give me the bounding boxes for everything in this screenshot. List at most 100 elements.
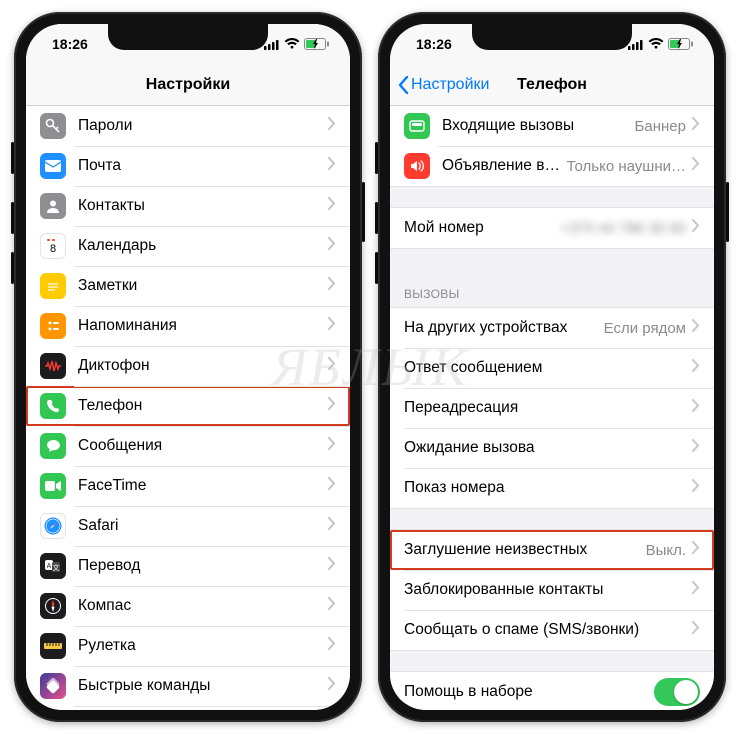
person-icon [40, 193, 66, 219]
calendar-icon: 8 [40, 233, 66, 259]
chevron-right-icon [692, 117, 700, 135]
chevron-left-icon [398, 76, 409, 94]
settings-row[interactable]: Объявление вызововТолько наушни… [390, 146, 714, 186]
settings-row[interactable]: Рулетка [26, 626, 350, 666]
chevron-right-icon [328, 117, 336, 135]
chevron-right-icon [692, 581, 700, 599]
battery-icon [668, 38, 694, 50]
settings-list[interactable]: Пароли Почта Контакты8КалендарьЗаметки Напо… [26, 106, 350, 710]
nav-title: Настройки [146, 76, 230, 94]
row-label: Пароли [78, 117, 322, 135]
note-icon [40, 273, 66, 299]
settings-row[interactable]: На других устройствахЕсли рядом [390, 308, 714, 348]
settings-row[interactable]: Пароли [26, 106, 350, 146]
settings-row[interactable]: Заглушение неизвестных Выкл. [390, 530, 714, 570]
settings-row[interactable]: Здоровье [26, 706, 350, 710]
chevron-right-icon [328, 677, 336, 695]
row-value: +375 44 786 30 60 [560, 220, 686, 237]
phone-icon [40, 393, 66, 419]
measure-icon [40, 633, 66, 659]
chevron-right-icon [328, 597, 336, 615]
section-header-calls: ВЫЗОВЫ [390, 269, 714, 307]
nav-title: Телефон [517, 76, 587, 94]
svg-text:文: 文 [53, 563, 60, 572]
reminder-icon [40, 313, 66, 339]
settings-row[interactable]: Ожидание вызова [390, 428, 714, 468]
row-label: Мой номер [404, 219, 554, 237]
wifi-icon [284, 38, 300, 50]
settings-row[interactable]: Напоминания [26, 306, 350, 346]
settings-row[interactable]: Быстрые команды [26, 666, 350, 706]
chevron-right-icon [328, 357, 336, 375]
settings-row[interactable]: Заблокированные контакты [390, 570, 714, 610]
row-label: Перевод [78, 557, 322, 575]
status-time: 18:26 [52, 36, 88, 52]
row-label: Заглушение неизвестных [404, 541, 640, 559]
row-label: Сообщать о спаме (SMS/звонки) [404, 621, 686, 639]
battery-icon [304, 38, 330, 50]
phone-frame-left: 18:26 Настройки Пароли Почта Контакты8Кале… [14, 12, 362, 722]
nav-back-button[interactable]: Настройки [398, 76, 489, 94]
settings-row[interactable]: Показ номера [390, 468, 714, 508]
phone-settings-list[interactable]: Входящие вызовыБаннерОбъявление вызововТ… [390, 106, 714, 710]
row-label: На других устройствах [404, 319, 598, 337]
row-label: Помощь в наборе [404, 683, 654, 701]
notch [108, 24, 268, 50]
shortcuts-icon [40, 673, 66, 699]
settings-row[interactable]: Помощь в наборе [390, 672, 714, 710]
row-label: Рулетка [78, 637, 322, 655]
chevron-right-icon [328, 317, 336, 335]
row-value: Выкл. [646, 542, 686, 559]
row-label: Заблокированные контакты [404, 581, 686, 599]
chevron-right-icon [328, 277, 336, 295]
chevron-right-icon [328, 437, 336, 455]
row-label: Переадресация [404, 399, 686, 417]
facetime-icon [40, 473, 66, 499]
chevron-right-icon [692, 399, 700, 417]
row-label: Сообщения [78, 437, 322, 455]
settings-row[interactable]: Мой номер +375 44 786 30 60 [390, 208, 714, 248]
row-label: Диктофон [78, 357, 322, 375]
row-label: Напоминания [78, 317, 322, 335]
settings-row[interactable]: Заметки [26, 266, 350, 306]
row-label: Safari [78, 517, 322, 535]
nav-bar: Настройки Телефон [390, 64, 714, 106]
settings-row[interactable]: Диктофон [26, 346, 350, 386]
chevron-right-icon [692, 219, 700, 237]
settings-row[interactable]: 8Календарь [26, 226, 350, 266]
chevron-right-icon [692, 621, 700, 639]
settings-row[interactable]: Входящие вызовыБаннер [390, 106, 714, 146]
key-icon [40, 113, 66, 139]
compass-icon [40, 593, 66, 619]
chevron-right-icon [692, 479, 700, 497]
row-label: Быстрые команды [78, 677, 322, 695]
settings-row[interactable]: A文Перевод [26, 546, 350, 586]
svg-text:8: 8 [50, 243, 56, 255]
voice-icon [40, 353, 66, 379]
row-label: Телефон [78, 397, 322, 415]
screen-right: 18:26 Настройки Телефон Входящие вызовыБ… [390, 24, 714, 710]
row-label: Компас [78, 597, 322, 615]
mail-icon [40, 153, 66, 179]
settings-row[interactable]: Контакты [26, 186, 350, 226]
chevron-right-icon [328, 237, 336, 255]
phone-frame-right: 18:26 Настройки Телефон Входящие вызовыБ… [378, 12, 726, 722]
chevron-right-icon [328, 557, 336, 575]
settings-row[interactable]: Компас [26, 586, 350, 626]
settings-row[interactable]: Почта [26, 146, 350, 186]
settings-row[interactable]: Сообщения [26, 426, 350, 466]
settings-row[interactable]: FaceTime [26, 466, 350, 506]
row-value: Баннер [635, 118, 686, 135]
settings-row[interactable]: Телефон [26, 386, 350, 426]
wifi-icon [648, 38, 664, 50]
settings-row[interactable]: Переадресация [390, 388, 714, 428]
speaker-icon [404, 153, 430, 179]
row-label: Почта [78, 157, 322, 175]
settings-row[interactable]: Ответ сообщением [390, 348, 714, 388]
settings-row[interactable]: Сообщать о спаме (SMS/звонки) [390, 610, 714, 650]
toggle-switch[interactable] [654, 678, 700, 706]
settings-row[interactable]: Safari [26, 506, 350, 546]
chevron-right-icon [328, 157, 336, 175]
safari-icon [40, 513, 66, 539]
row-label: Ожидание вызова [404, 439, 686, 457]
